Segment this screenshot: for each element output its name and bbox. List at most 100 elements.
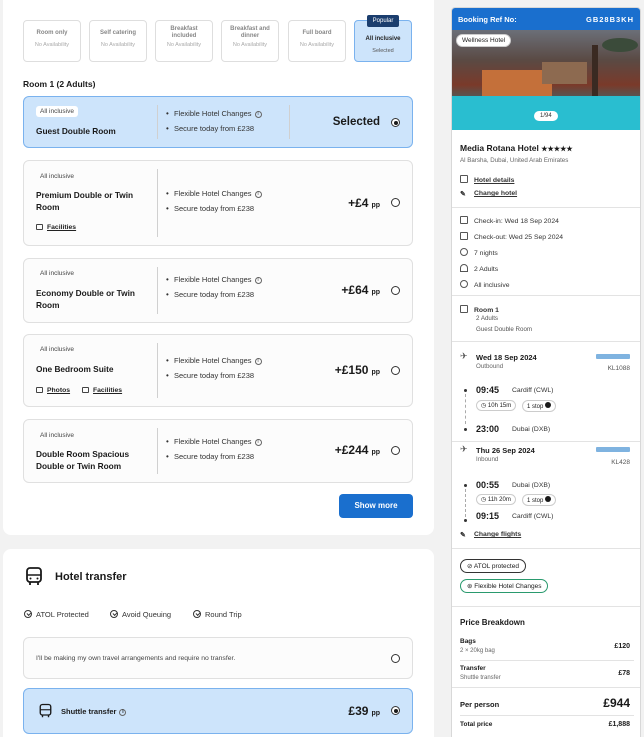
airline-logo — [596, 354, 630, 359]
facilities-icon — [36, 224, 43, 230]
no-transfer-option[interactable]: I'll be making my own travel arrangement… — [23, 637, 413, 679]
pencil-icon: ✎ — [460, 191, 466, 198]
bags-label: Bags — [460, 638, 476, 645]
bags-sub: 2 × 20kg bag — [460, 648, 495, 654]
feature-flexible: Flexible Hotel Changes — [174, 275, 252, 284]
inbound-stops[interactable]: 1 stop — [522, 494, 557, 506]
room-radio[interactable] — [391, 446, 400, 455]
room-option-double-spacious[interactable]: All inclusive Double Room Spacious Doubl… — [23, 419, 413, 483]
info-icon[interactable]: i — [254, 358, 262, 365]
total-label: Total price — [460, 721, 493, 728]
show-more-button[interactable]: Show more — [339, 494, 413, 518]
divider — [452, 295, 640, 296]
board-chip: All inclusive — [40, 346, 74, 353]
room-features: Flexible Hotel Changesi Secure today fro… — [166, 272, 262, 302]
divider — [157, 105, 158, 139]
photos-link[interactable]: Photos — [36, 387, 70, 394]
inbound-duration: ◷ 11h 20m — [476, 494, 516, 505]
outbound-arr-time: 23:00 — [476, 424, 500, 434]
outbound-duration: ◷ 10h 15m — [476, 400, 517, 411]
outbound-dep-port: Cardiff (CWL) — [512, 387, 554, 394]
room-name: Double Room Spacious Double or Twin Room — [36, 449, 130, 471]
outbound-flight-number: KL1088 — [607, 365, 630, 372]
divider — [460, 660, 634, 661]
board-icon — [460, 280, 468, 288]
board-option-self-catering[interactable]: Self catering No Availability — [89, 20, 147, 62]
plane-icon: ✈ — [460, 351, 468, 361]
hotel-photo[interactable]: Wellness Hotel 1/94 — [452, 30, 640, 130]
room-option-premium-double[interactable]: All inclusive Premium Double or Twin Roo… — [23, 160, 413, 246]
room-radio[interactable] — [391, 286, 400, 295]
calendar-icon — [460, 216, 468, 224]
board-chip: All inclusive — [36, 106, 78, 117]
board-option-breakfast[interactable]: Breakfast included No Availability — [155, 20, 213, 62]
popular-badge: Popular — [367, 15, 399, 27]
facilities-link[interactable]: Facilities — [36, 224, 76, 231]
change-flights-link[interactable]: ✎ Change flights — [460, 531, 521, 539]
room-radio[interactable] — [391, 366, 400, 375]
info-icon[interactable]: i — [254, 439, 262, 446]
board-option-room-only[interactable]: Room only No Availability — [23, 20, 81, 62]
shuttle-transfer-option[interactable]: Shuttle transfer i £39 pp — [23, 688, 413, 734]
room-option-economy-double[interactable]: All inclusive Economy Double or Twin Roo… — [23, 258, 413, 323]
per-person-price: £944 — [603, 696, 630, 710]
facilities-link[interactable]: Facilities — [82, 387, 122, 394]
divider — [289, 105, 290, 139]
divider — [157, 267, 158, 314]
outbound-arr-port: Dubai (DXB) — [512, 426, 551, 433]
nights: 7 nights — [460, 248, 498, 257]
divider — [452, 687, 640, 688]
bus-icon — [26, 567, 42, 585]
info-icon[interactable]: i — [254, 191, 262, 198]
booking-ref-bar: Booking Ref No: GB28B3KH — [452, 8, 640, 30]
change-hotel-link[interactable]: ✎ Change hotel — [460, 190, 517, 198]
inbound-flight-number: KL428 — [611, 459, 630, 466]
room-radio[interactable] — [391, 118, 400, 127]
room-features: Flexible Hotel Changesi Secure today fro… — [166, 186, 262, 216]
plane-icon: ✈ — [460, 444, 468, 454]
transfer-title: Hotel transfer — [55, 571, 127, 583]
room-radio[interactable] — [391, 198, 400, 207]
board-option-full-board[interactable]: Full board No Availability — [288, 20, 346, 62]
shuttle-radio[interactable] — [391, 706, 400, 715]
board-chip: All inclusive — [40, 432, 74, 439]
photo-shape — [542, 62, 587, 84]
hotel-name: Media Rotana Hotel ★★★★★ — [460, 143, 573, 153]
star-rating: ★★★★★ — [541, 146, 573, 153]
route-line — [465, 394, 466, 424]
board-summary: All inclusive — [460, 280, 510, 289]
room-option-guest-double[interactable]: All inclusive Guest Double Room Flexible… — [23, 96, 413, 148]
transfer-feature: ATOL Protected — [24, 610, 89, 619]
room-name: One Bedroom Suite — [36, 364, 114, 374]
route-line — [465, 489, 466, 517]
info-icon[interactable]: i — [254, 277, 262, 284]
no-transfer-radio[interactable] — [391, 654, 400, 663]
room-option-one-bedroom-suite[interactable]: All inclusive One Bedroom Suite Photos F… — [23, 334, 413, 407]
room-price: +£64 pp — [341, 283, 380, 297]
route-dot — [464, 428, 467, 431]
board-option-breakfast-dinner[interactable]: Breakfast and dinner No Availability — [221, 20, 279, 62]
facilities-icon — [82, 387, 89, 393]
check-icon — [110, 610, 118, 618]
info-icon[interactable]: i — [254, 111, 262, 118]
feature-secure: Secure today from £238 — [166, 287, 262, 302]
divider — [452, 548, 640, 549]
bags-price: £120 — [614, 643, 630, 650]
room-features: Flexible Hotel Changesi Secure today fro… — [166, 353, 262, 383]
checkout: Check-out: Wed 25 Sep 2024 — [460, 232, 563, 241]
transfer-label: Transfer — [460, 665, 486, 672]
adults: 2 Adults — [460, 264, 498, 273]
feature-secure: Secure today from £238 — [166, 121, 262, 136]
info-icon[interactable]: i — [119, 709, 127, 716]
total-price: £1,888 — [608, 721, 630, 728]
outbound-stops[interactable]: 1 stop — [522, 400, 557, 412]
bus-icon — [39, 703, 52, 718]
photo-shape — [592, 45, 598, 97]
calendar-icon — [460, 232, 468, 240]
feature-secure: Secure today from £238 — [166, 368, 262, 383]
photo-shape — [602, 38, 638, 52]
booking-ref-code: GB28B3KH — [585, 14, 634, 24]
photo-counter: 1/94 — [534, 111, 558, 121]
hotel-details-link[interactable]: Hotel details — [460, 175, 514, 184]
feature-flexible: Flexible Hotel Changes — [174, 437, 252, 446]
